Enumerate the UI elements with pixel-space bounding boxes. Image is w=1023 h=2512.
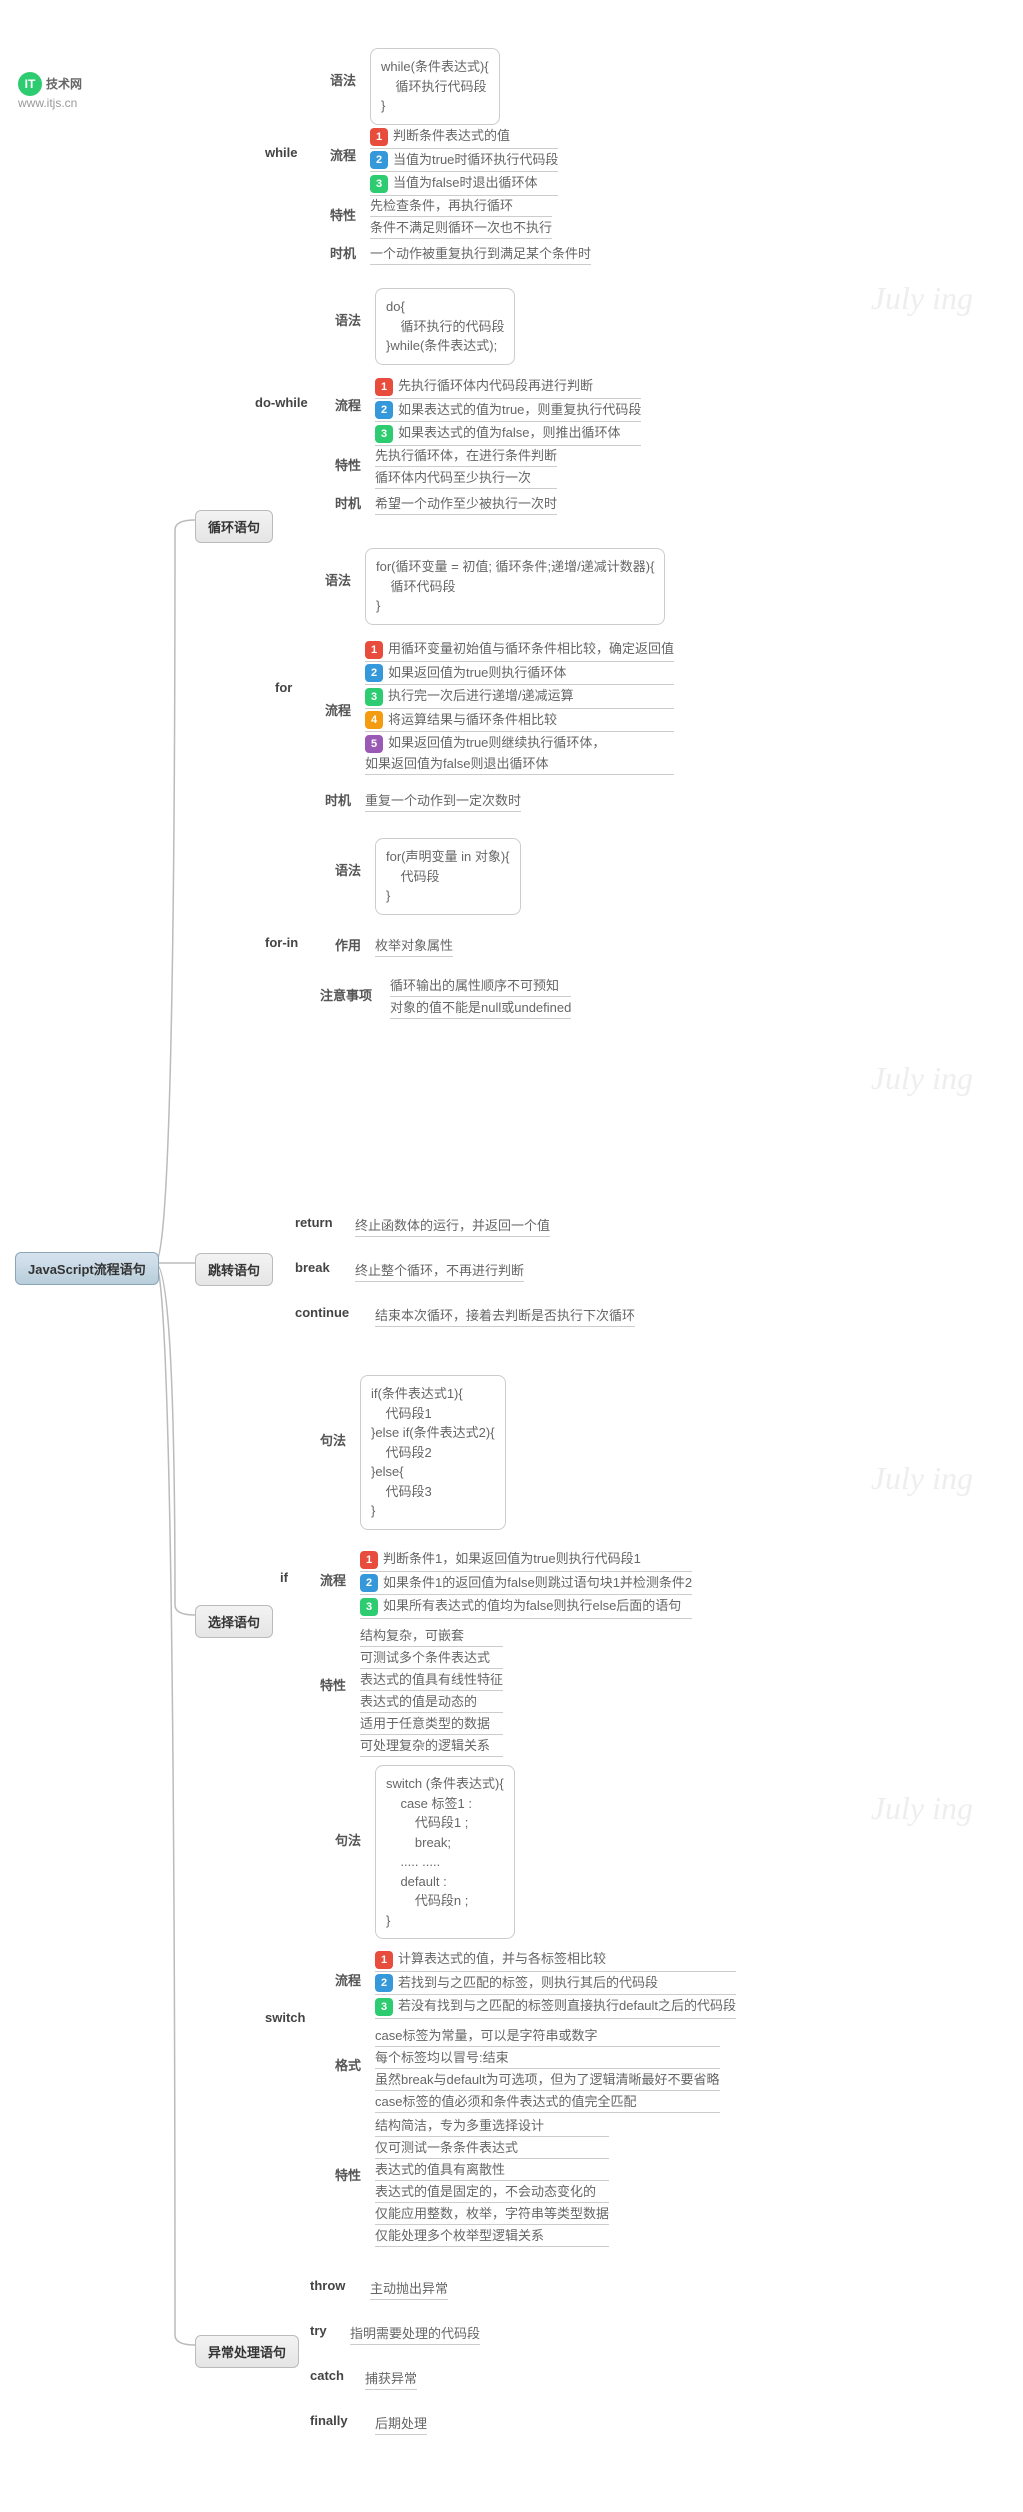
mindmap-container: JavaScript流程语句 July ing July ing July in… [0,0,1023,120]
dowhile-timing: 希望一个动作至少被执行一次时 [375,493,557,515]
for-syntax-code: for(循环变量 = 初值; 循环条件;递增/递减计数器){ 循环代码段 } [365,548,665,625]
catch-desc: 捕获异常 [365,2368,417,2390]
while-timing: 一个动作被重复执行到满足某个条件时 [370,243,591,265]
category-jump[interactable]: 跳转语句 [195,1253,273,1286]
dowhile-trait-list: 先执行循环体，在进行条件判断 循环体内代码至少执行一次 [375,445,557,489]
if-trait-list: 结构复杂，可嵌套 可测试多个条件表达式 表达式的值具有线性特征 表达式的值是动态… [360,1625,503,1757]
label-syntax: 句法 [335,1830,361,1849]
node-break[interactable]: break [295,1260,330,1275]
label-trait: 特性 [330,205,356,224]
label-flow: 流程 [325,700,351,719]
switch-format-list: case标签为常量，可以是字符串或数字 每个标签均以冒号:结束 虽然break与… [375,2025,720,2113]
label-flow: 流程 [335,1970,361,1989]
label-flow: 流程 [330,145,356,164]
throw-desc: 主动抛出异常 [370,2278,448,2300]
if-syntax-code: if(条件表达式1){ 代码段1 }else if(条件表达式2){ 代码段2 … [360,1375,506,1530]
label-syntax: 语法 [325,570,351,589]
node-continue[interactable]: continue [295,1305,349,1320]
label-trait: 特性 [320,1675,346,1694]
node-forin[interactable]: for-in [265,935,298,950]
footer-branding: IT技术网 www.itjs.cn [18,72,82,110]
node-while[interactable]: while [265,145,298,160]
node-for[interactable]: for [275,680,292,695]
node-throw[interactable]: throw [310,2278,345,2293]
if-flow-list: 1判断条件1，如果返回值为true则执行代码段1 2如果条件1的返回值为fals… [360,1548,692,1619]
continue-desc: 结束本次循环，接着去判断是否执行下次循环 [375,1305,635,1327]
for-flow-list: 1用循环变量初始值与循环条件相比较，确定返回值 2如果返回值为true则执行循环… [365,638,674,775]
while-trait-list: 先检查条件，再执行循环 条件不满足则循环一次也不执行 [370,195,552,239]
dowhile-syntax-code: do{ 循环执行的代码段 }while(条件表达式); [375,288,515,365]
label-syntax: 语法 [335,310,361,329]
node-return[interactable]: return [295,1215,333,1230]
switch-flow-list: 1计算表达式的值，并与各标签相比较 2若找到与之匹配的标签，则执行其后的代码段 … [375,1948,736,2019]
watermark: July ing [871,280,973,317]
forin-syntax-code: for(声明变量 in 对象){ 代码段 } [375,838,521,915]
category-exception[interactable]: 异常处理语句 [195,2335,299,2368]
label-timing: 时机 [330,243,356,262]
node-dowhile[interactable]: do-while [255,395,308,410]
label-use: 作用 [335,935,361,954]
label-note: 注意事项 [320,985,372,1004]
label-flow: 流程 [335,395,361,414]
node-if[interactable]: if [280,1570,288,1585]
forin-use: 枚举对象属性 [375,935,453,957]
for-timing: 重复一个动作到一定次数时 [365,790,521,812]
return-desc: 终止函数体的运行，并返回一个值 [355,1215,550,1237]
label-syntax: 语法 [330,70,356,89]
category-loop[interactable]: 循环语句 [195,510,273,543]
label-syntax: 句法 [320,1430,346,1449]
watermark: July ing [871,1060,973,1097]
while-syntax-code: while(条件表达式){ 循环执行代码段 } [370,48,500,125]
label-flow: 流程 [320,1570,346,1589]
watermark: July ing [871,1790,973,1827]
watermark: July ing [871,1460,973,1497]
label-format: 格式 [335,2055,361,2074]
switch-trait-list: 结构简洁，专为多重选择设计 仅可测试一条条件表达式 表达式的值具有离散性 表达式… [375,2115,609,2247]
label-syntax: 语法 [335,860,361,879]
node-switch[interactable]: switch [265,2010,305,2025]
dowhile-flow-list: 1先执行循环体内代码段再进行判断 2如果表达式的值为true，则重复执行代码段 … [375,375,641,446]
finally-desc: 后期处理 [375,2413,427,2435]
label-timing: 时机 [335,493,361,512]
break-desc: 终止整个循环，不再进行判断 [355,1260,524,1282]
switch-syntax-code: switch (条件表达式){ case 标签1 : 代码段1 ; break;… [375,1765,515,1939]
while-flow-list: 1判断条件表达式的值 2当值为true时循环执行代码段 3当值为false时退出… [370,125,558,196]
label-timing: 时机 [325,790,351,809]
node-finally[interactable]: finally [310,2413,348,2428]
node-catch[interactable]: catch [310,2368,344,2383]
label-trait: 特性 [335,2165,361,2184]
forin-note-list: 循环输出的属性顺序不可预知 对象的值不能是null或undefined [390,975,571,1019]
label-trait: 特性 [335,455,361,474]
category-select[interactable]: 选择语句 [195,1605,273,1638]
logo-icon: IT [18,72,42,96]
node-try[interactable]: try [310,2323,327,2338]
root-node[interactable]: JavaScript流程语句 [15,1252,159,1285]
try-desc: 指明需要处理的代码段 [350,2323,480,2345]
